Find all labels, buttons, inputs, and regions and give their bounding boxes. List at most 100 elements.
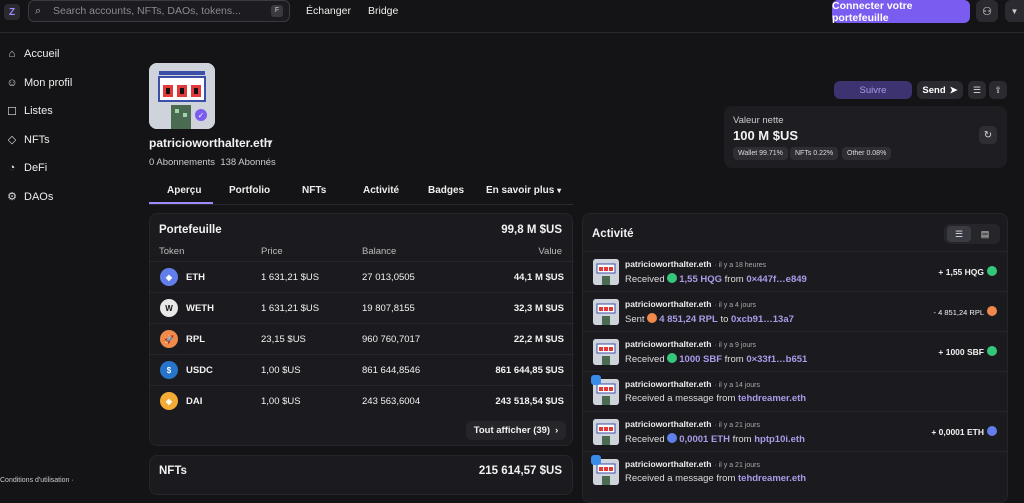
followers-count[interactable]: 138 Abonnés: [220, 157, 275, 168]
chevron-right-icon: ›: [555, 425, 559, 436]
avatar: [593, 419, 619, 445]
tab-more[interactable]: En savoir plus ▾: [486, 185, 561, 196]
terms-link[interactable]: Conditions d'utilisation ·: [0, 477, 74, 484]
net-worth-label: Valeur nette: [733, 115, 784, 126]
share-button[interactable]: ⇪: [989, 81, 1007, 99]
wallet-share-pill: Wallet 99.71%: [733, 147, 788, 160]
show-all-button[interactable]: Tout afficher (39) ›: [466, 421, 566, 440]
activity-title: Activité: [592, 228, 634, 240]
table-row[interactable]: 🚀 RPL 23,15 $US 960 760,7017 22,2 M $US: [150, 323, 574, 354]
search-bar[interactable]: ⌕ F: [28, 0, 290, 22]
app-logo[interactable]: Z: [4, 4, 20, 20]
portfolio-title: Portefeuille: [159, 224, 222, 236]
col-token: Token: [159, 246, 185, 257]
usdc-icon: $: [160, 361, 178, 379]
expand-button[interactable]: ▼: [1005, 0, 1024, 22]
tab-badges[interactable]: Badges: [428, 185, 464, 196]
avatar: [593, 339, 619, 365]
table-row[interactable]: $ USDC 1,00 $US 861 644,8546 861 644,85 …: [150, 354, 574, 385]
nfts-total: 215 614,57 $US: [478, 465, 562, 477]
nfts-card: NFTs 215 614,57 $US: [149, 455, 573, 495]
nft-icon: ◇: [7, 134, 17, 147]
net-worth-card: Valeur nette 100 M $US ↻ Wallet 99.71% N…: [724, 106, 1007, 168]
list-icon: ☐: [7, 105, 17, 118]
dao-icon: ⚙: [7, 191, 17, 204]
tabs-divider: [149, 204, 573, 205]
table-row[interactable]: ◆ ETH 1 631,21 $US 27 013,0505 44,1 M $U…: [150, 261, 574, 292]
send-button[interactable]: Send ➤: [917, 81, 963, 99]
nav-bridge[interactable]: Bridge: [368, 5, 398, 17]
activity-item[interactable]: patricioworthalter.eth · il y a 18 heures…: [583, 251, 1007, 291]
message-icon: [591, 375, 601, 385]
chevron-down-icon: ▾: [557, 186, 562, 195]
rpl-icon: 🚀: [160, 330, 178, 348]
home-icon: ⌂: [8, 48, 16, 61]
compact-view-button[interactable]: ▤: [973, 226, 997, 242]
defi-icon: ◔: [8, 162, 16, 175]
activity-item[interactable]: patricioworthalter.eth · il y a 21 jours …: [583, 451, 1007, 491]
filter-icon: ☰: [972, 84, 982, 95]
tab-overview[interactable]: Aperçu: [167, 185, 201, 196]
table-row[interactable]: ◈ DAI 1,00 $US 243 563,6004 243 518,54 $…: [150, 385, 574, 416]
nfts-share-pill: NFTs 0.22%: [790, 147, 839, 160]
counterparty-link[interactable]: tehdreamer.eth: [738, 393, 806, 404]
follow-counts: 0 Abonnements 138 Abonnés: [149, 157, 276, 168]
send-arrow-icon: ➤: [949, 84, 958, 96]
chevron-down-icon: ▼: [1010, 6, 1019, 16]
sidebar-item-nfts[interactable]: ◇ NFTs: [0, 126, 130, 155]
follow-button[interactable]: Suivre: [834, 81, 912, 99]
sidebar: ⌂ Accueil ☺ Mon profil ☐ Listes ◇ NFTs ◔ DeFi…: [0, 40, 130, 211]
portfolio-total: 99,8 M $US: [501, 224, 562, 236]
table-row[interactable]: W WETH 1 631,21 $US 19 807,8155 32,3 M $…: [150, 292, 574, 323]
portfolio-card: Portefeuille 99,8 M $US Token Price Bala…: [149, 213, 574, 446]
following-count[interactable]: 0 Abonnements: [149, 157, 215, 168]
activity-card: Activité ☰ ▤ patricioworthalter.eth · il …: [582, 213, 1008, 503]
user-menu-button[interactable]: ⚇: [976, 0, 998, 22]
filter-button[interactable]: ☰: [968, 81, 986, 99]
message-icon: [591, 455, 601, 465]
profile-name: patricioworthalter.eth: [149, 136, 272, 150]
nfts-title: NFTs: [159, 465, 187, 477]
eth-icon: ◆: [160, 268, 178, 286]
search-input[interactable]: [53, 5, 263, 17]
sidebar-item-home[interactable]: ⌂ Accueil: [0, 40, 130, 69]
activity-item[interactable]: patricioworthalter.eth · il y a 4 jours S…: [583, 291, 1007, 331]
view-toggle: ☰ ▤: [944, 224, 1000, 244]
dai-icon: ◈: [160, 392, 178, 410]
activity-item[interactable]: patricioworthalter.eth · il y a 9 jours R…: [583, 331, 1007, 371]
list-view-button[interactable]: ☰: [947, 226, 971, 242]
tab-activity[interactable]: Activité: [363, 185, 399, 196]
refresh-button[interactable]: ↻: [979, 126, 997, 144]
profile-tabs: Aperçu Portfolio NFTs Activité Badges En…: [149, 178, 573, 204]
eth-token-icon: [987, 426, 997, 436]
eth-token-icon: [667, 433, 678, 443]
tab-nfts[interactable]: NFTs: [302, 185, 326, 196]
search-icon: ⌕: [35, 4, 42, 17]
nav-exchange[interactable]: Échanger: [306, 5, 351, 17]
profile-name-chevron-icon[interactable]: ▾: [268, 137, 273, 148]
counterparty-link[interactable]: tehdreamer.eth: [738, 473, 806, 484]
avatar: [593, 299, 619, 325]
counterparty-link[interactable]: 0×33f1…b651: [746, 354, 807, 365]
counterparty-link[interactable]: 0xcb91…13a7: [731, 314, 794, 325]
col-balance: Balance: [362, 246, 397, 257]
sidebar-item-profile[interactable]: ☺ Mon profil: [0, 69, 130, 98]
connect-wallet-button[interactable]: Connecter votre portefeuille: [832, 0, 970, 24]
counterparty-link[interactable]: hptp10i.eth: [754, 434, 805, 445]
activity-item[interactable]: patricioworthalter.eth · il y a 14 jours …: [583, 371, 1007, 411]
col-value: Value: [538, 246, 562, 257]
sidebar-item-daos[interactable]: ⚙ DAOs: [0, 183, 130, 212]
share-icon: ⇪: [994, 84, 1002, 95]
tab-portfolio[interactable]: Portfolio: [229, 185, 270, 196]
counterparty-link[interactable]: 0×447f…e849: [746, 274, 806, 285]
sidebar-item-defi[interactable]: ◔ DeFi: [0, 154, 130, 183]
avatar: [593, 259, 619, 285]
col-price: Price: [261, 246, 283, 257]
activity-item[interactable]: patricioworthalter.eth · il y a 21 jours …: [583, 411, 1007, 451]
user-settings-icon: ⚇: [982, 5, 992, 18]
sbf-token-icon: [667, 353, 678, 363]
grid-icon: ▤: [980, 228, 990, 239]
other-share-pill: Other 0.08%: [842, 147, 892, 160]
net-worth-value: 100 M $US: [733, 128, 799, 143]
sidebar-item-lists[interactable]: ☐ Listes: [0, 97, 130, 126]
